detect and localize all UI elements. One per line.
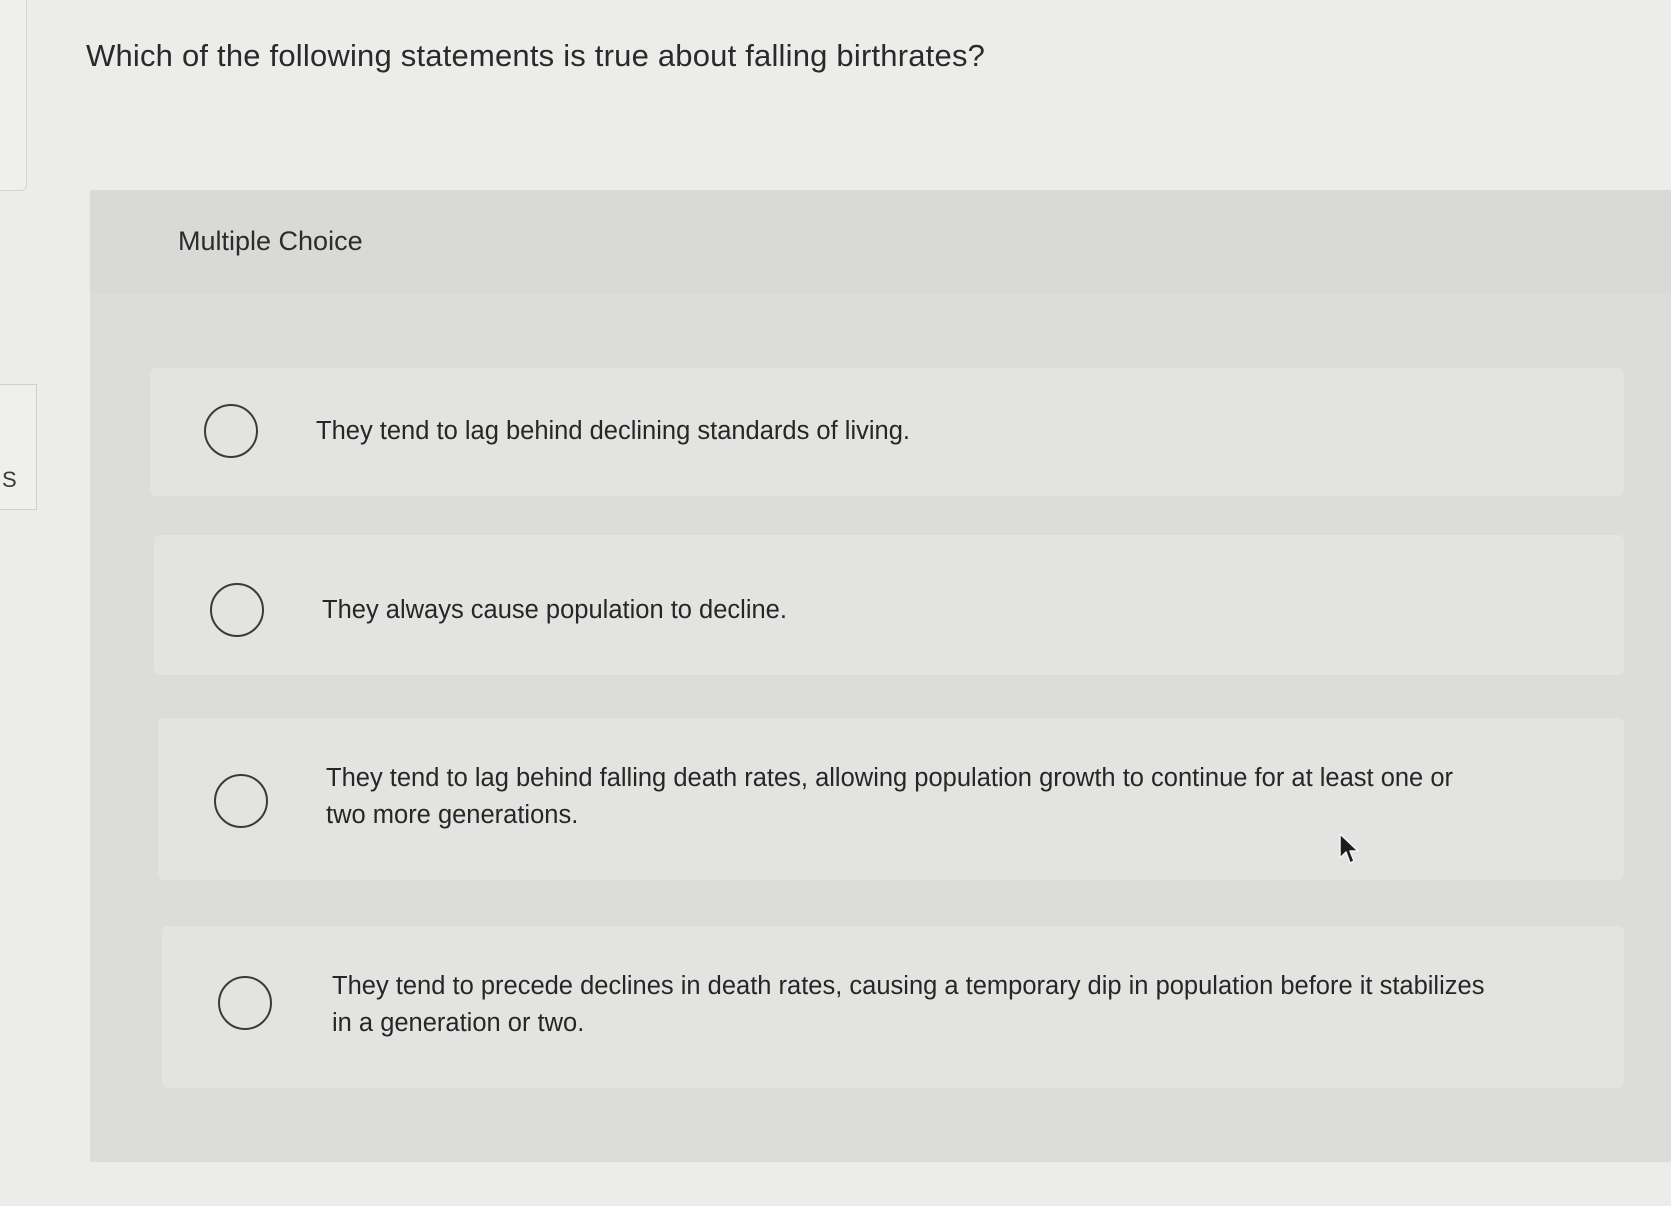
question-prompt: Which of the following statements is tru… [86, 38, 986, 73]
answer-option-label: They tend to lag behind falling death ra… [326, 764, 1453, 829]
answer-option-2[interactable]: They always cause population to decline. [154, 535, 1624, 675]
radio-button-icon[interactable] [204, 404, 258, 458]
answer-panel: Multiple Choice They tend to lag behind … [90, 190, 1671, 1162]
answer-option-label: They tend to precede declines in death r… [332, 972, 1485, 1037]
answer-option-4[interactable]: They tend to precede declines in death r… [162, 926, 1624, 1088]
answer-option-3[interactable]: They tend to lag behind falling death ra… [158, 718, 1624, 880]
answer-option-1[interactable]: They tend to lag behind declining standa… [150, 368, 1624, 496]
answer-option-label: They always cause population to decline. [322, 596, 787, 624]
answer-panel-header: Multiple Choice [90, 190, 1671, 294]
mouse-pointer-icon [1339, 833, 1359, 864]
radio-button-icon[interactable] [218, 976, 272, 1030]
question-type-label: Multiple Choice [178, 226, 363, 256]
side-tab-label: S [2, 467, 17, 492]
left-side-panel [0, 0, 27, 191]
side-tab[interactable]: S [0, 384, 37, 510]
radio-button-icon[interactable] [210, 583, 264, 637]
radio-button-icon[interactable] [214, 774, 268, 828]
answer-option-label: They tend to lag behind declining standa… [316, 417, 910, 445]
